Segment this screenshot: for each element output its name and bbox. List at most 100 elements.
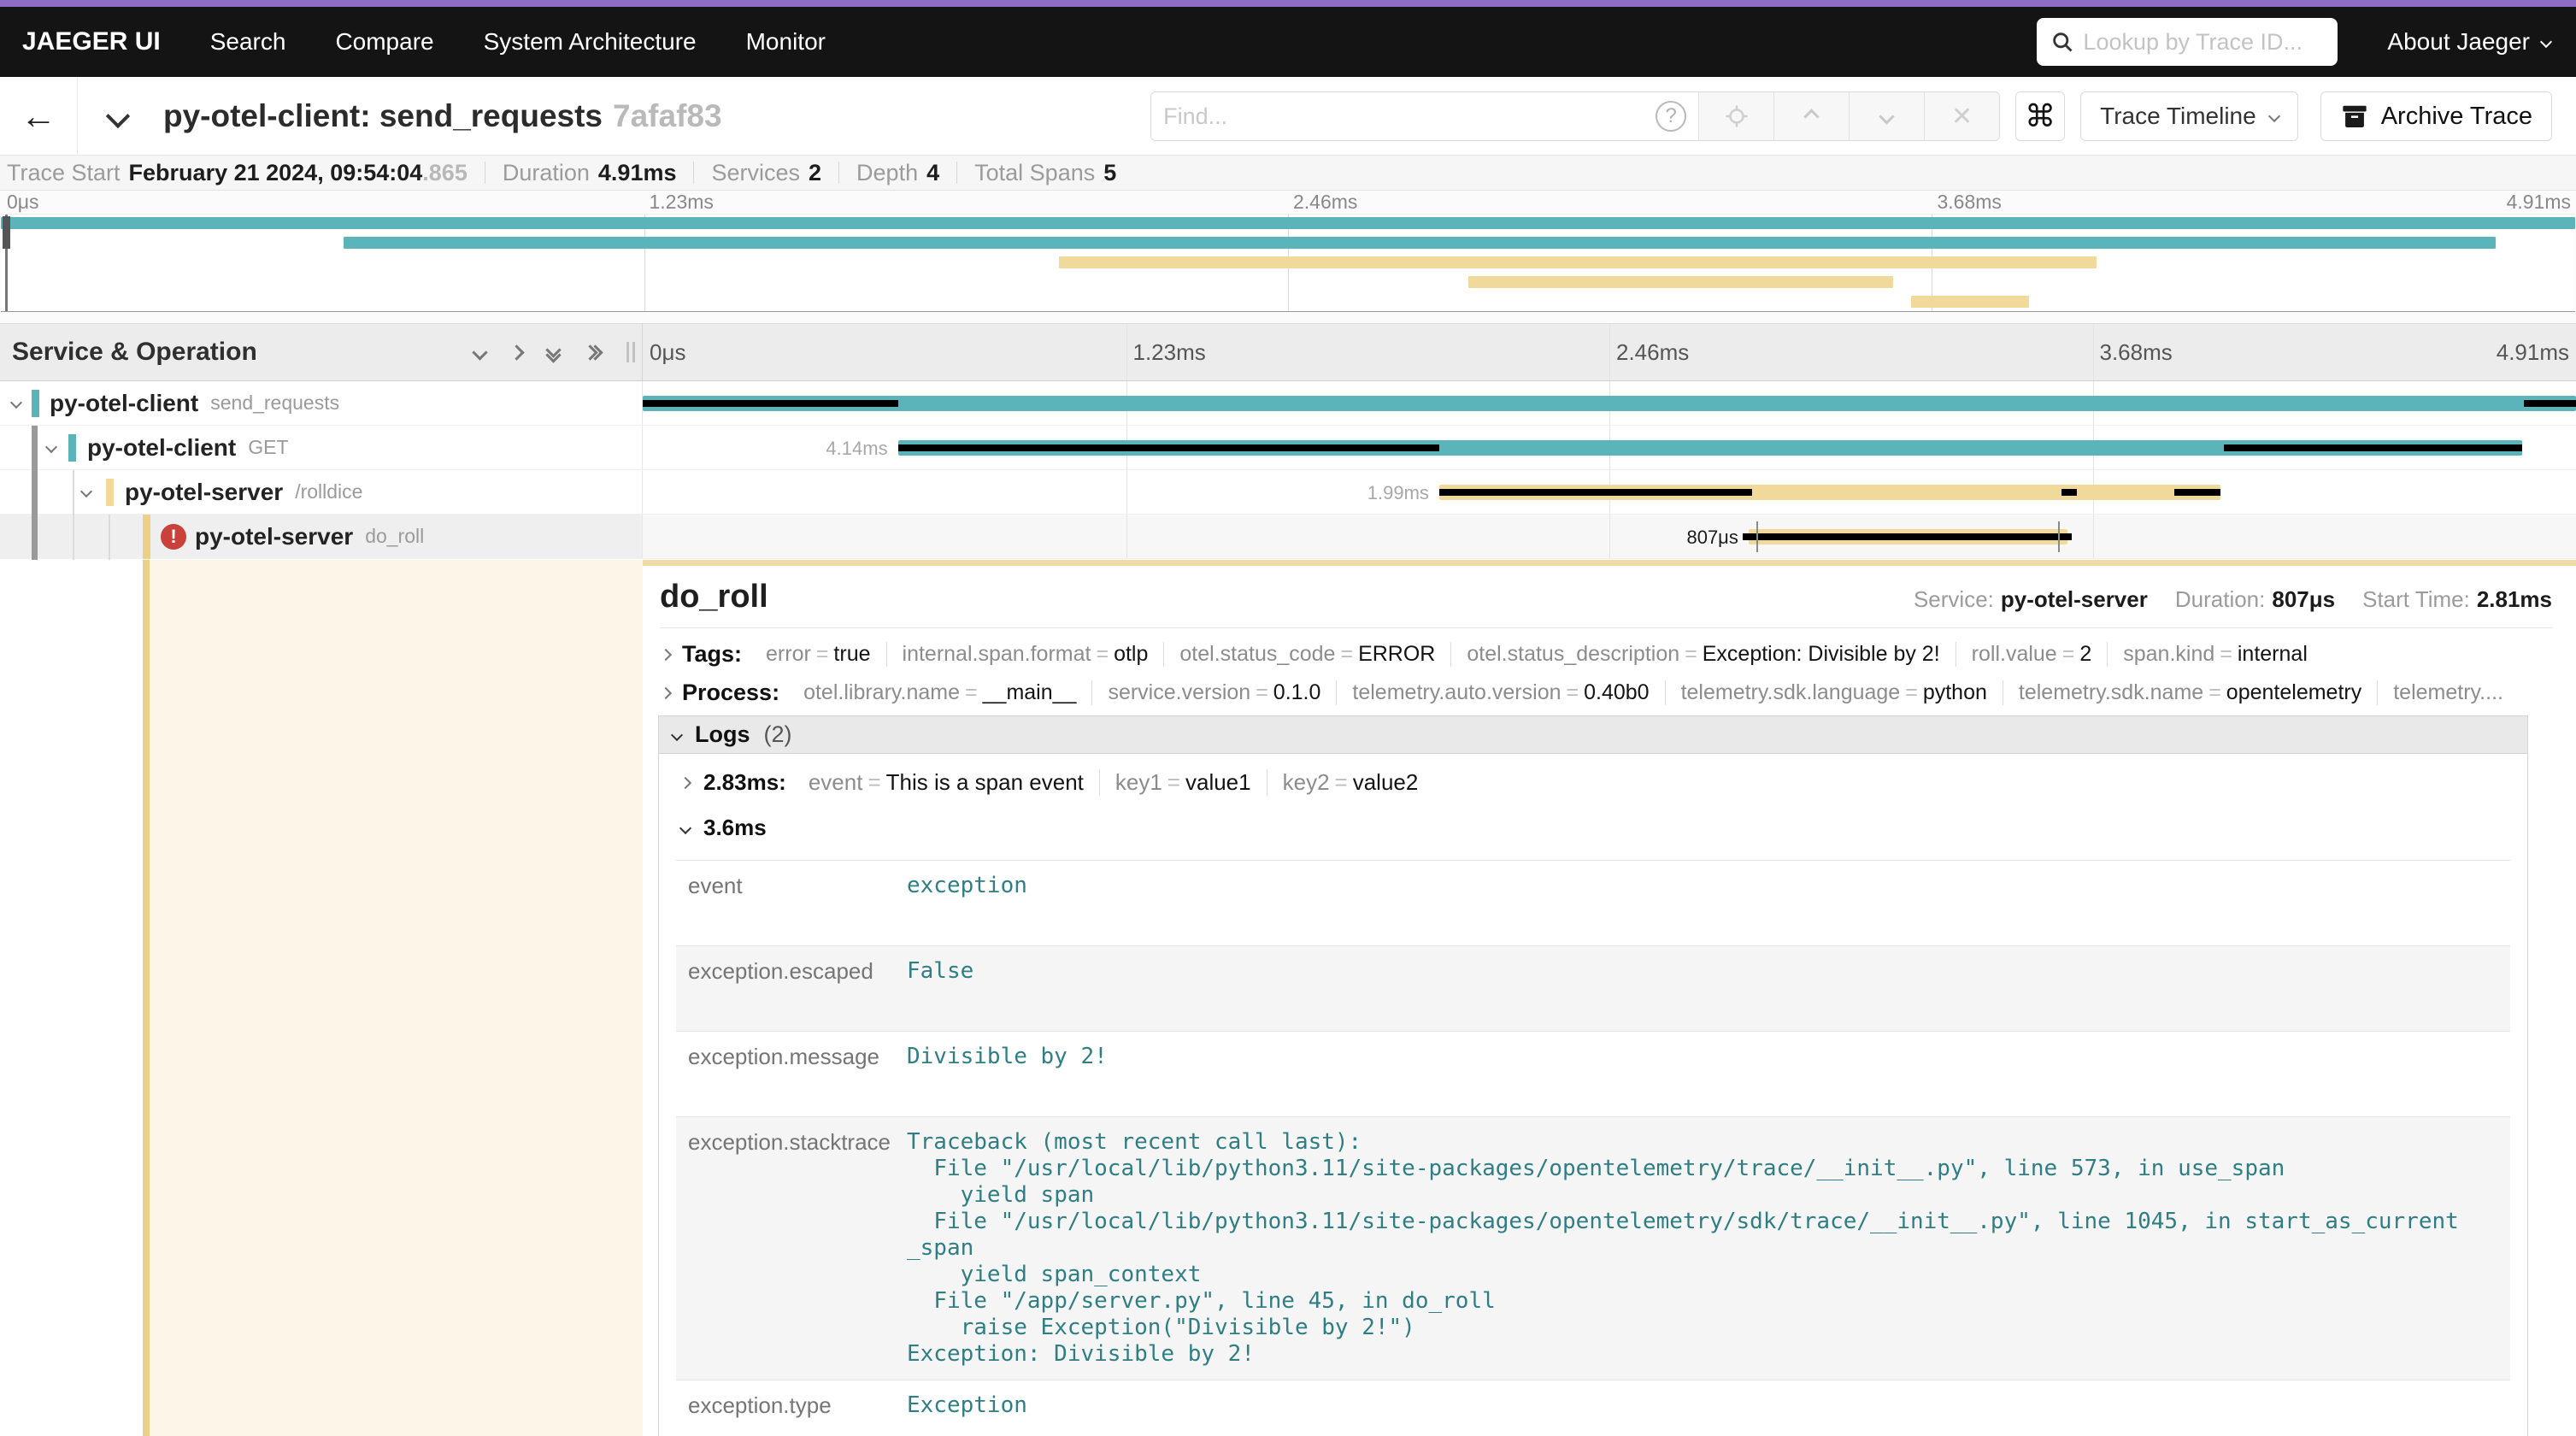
critical-path-segment [2061, 489, 2077, 496]
span-detail-header: do_roll Service:py-otel-server Duration:… [660, 579, 2552, 615]
span-bar[interactable] [643, 396, 2576, 411]
gridline [1609, 324, 1610, 380]
span-operation-name: send_requests [210, 391, 339, 415]
trace-view-selector[interactable]: Trace Timeline [2080, 91, 2298, 141]
nav-item-search[interactable]: Search [210, 28, 286, 56]
minimap-canvas[interactable] [1, 214, 2575, 312]
keyboard-shortcuts-button[interactable]: ⌘ [2015, 91, 2065, 141]
trace-id-short: 7afaf83 [613, 98, 722, 133]
logs-section-header[interactable]: Logs (2) [659, 716, 2527, 754]
chevron-down-icon [2540, 36, 2552, 48]
log-entry-collapsed[interactable]: 2.83ms: event=This is a span event key1=… [659, 769, 2527, 796]
find-clear-button[interactable]: ✕ [1924, 92, 1999, 140]
gridline [2093, 324, 2094, 380]
service-label: Service: [1914, 586, 1994, 613]
span-service-name: py-otel-client [87, 434, 236, 462]
back-button[interactable]: ← [0, 77, 78, 156]
about-jaeger-label: About Jaeger [2387, 28, 2530, 56]
tag-item: span.kind=internal [2108, 642, 2323, 667]
find-next-button[interactable] [1849, 92, 1924, 140]
log-timestamp: 3.6ms [703, 815, 767, 841]
chevron-right-icon [679, 776, 691, 788]
tag-item: roll.value=2 [1956, 642, 2108, 667]
services-value: 2 [809, 160, 821, 186]
span-detail-panel: do_roll Service:py-otel-server Duration:… [643, 560, 2576, 1436]
span-operation-name: /rolldice [295, 480, 362, 503]
error-icon: ! [161, 524, 186, 550]
app-logo[interactable]: JAEGER UI [22, 27, 161, 56]
about-jaeger-menu[interactable]: About Jaeger [2387, 28, 2550, 56]
chevron-right-icon [660, 648, 672, 660]
minimap-tick: 0μs [7, 191, 39, 214]
span-detail-row: do_roll Service:py-otel-server Duration:… [0, 560, 2576, 1436]
expand-one-icon[interactable] [511, 347, 522, 358]
find-prev-button[interactable] [1773, 92, 1849, 140]
depth-label: Depth [856, 160, 918, 186]
span-row-rolldice[interactable]: py-otel-server /rolldice 1.99ms [0, 470, 2576, 515]
field-key: exception.stacktrace [676, 1117, 907, 1380]
tree-expander-icon[interactable] [82, 485, 91, 500]
window-accent-strip [0, 0, 2576, 7]
span-timeline-cell[interactable]: 4.14ms [643, 426, 2576, 469]
log-entry-expanded[interactable]: 3.6ms [659, 815, 2527, 841]
span-timeline-cell[interactable]: 807μs [643, 515, 2576, 558]
total-spans-label: Total Spans [974, 160, 1095, 186]
focus-span-button[interactable] [1698, 92, 1773, 140]
span-timeline-cell[interactable] [643, 381, 2576, 425]
span-detail-left-gutter [0, 560, 643, 1436]
trace-header: ← py-otel-client: send_requests 7afaf83 F… [0, 77, 2576, 156]
span-detail-meta: Service:py-otel-server Duration:807μs St… [1914, 586, 2552, 613]
nav-item-monitor[interactable]: Monitor [746, 28, 826, 56]
tree-expander-icon[interactable] [47, 440, 56, 456]
table-row: exception.message Divisible by 2! [676, 1032, 2510, 1117]
process-row[interactable]: Process: otel.library.name=__main__ serv… [662, 680, 2552, 706]
trace-id-lookup-input[interactable]: Lookup by Trace ID... [2037, 18, 2338, 66]
collapse-all-icon[interactable] [548, 344, 559, 361]
axis-tick: 1.23ms [1133, 339, 1206, 366]
trace-title-text: py-otel-client: send_requests [163, 98, 603, 133]
find-input[interactable]: Find... ? [1151, 92, 1698, 140]
close-icon: ✕ [1951, 102, 1973, 132]
expand-all-icon[interactable] [585, 347, 601, 358]
table-row: exception.escaped False [676, 946, 2510, 1032]
archive-trace-button[interactable]: Archive Trace [2320, 91, 2552, 141]
trace-start-label: Trace Start [7, 160, 121, 186]
tree-expander-icon[interactable] [12, 396, 21, 411]
duration-value: 807μs [2272, 586, 2335, 613]
nav-item-compare[interactable]: Compare [335, 28, 433, 56]
span-log-marker [1756, 521, 1758, 552]
minimap-drag-handle[interactable] [3, 216, 10, 249]
trace-collapse-toggle[interactable] [88, 108, 148, 125]
depth-value: 4 [926, 160, 939, 186]
trace-header-controls: Find... ? ✕ ⌘ Trace Timeline Archive Tra… [1150, 91, 2552, 141]
axis-tick: 4.91ms [2497, 339, 2569, 366]
gridline [1609, 515, 1610, 558]
span-tree-cell: py-otel-server /rolldice [0, 470, 643, 514]
span-row-do-roll[interactable]: ! py-otel-server do_roll 807μs [0, 515, 2576, 559]
span-row-send-requests[interactable]: py-otel-client send_requests [0, 381, 2576, 426]
span-detail-title: do_roll [660, 579, 768, 615]
nav-right: Lookup by Trace ID... About Jaeger [2037, 18, 2576, 66]
minimap-tick: 1.23ms [650, 191, 714, 214]
span-timeline-cell[interactable]: 1.99ms [643, 470, 2576, 514]
log-field: key2=value2 [1267, 769, 1434, 796]
trace-id-lookup-placeholder: Lookup by Trace ID... [2083, 29, 2303, 56]
chevron-down-icon [671, 728, 683, 740]
tag-item: otel.status_description=Exception: Divis… [1451, 642, 1956, 667]
service-value: py-otel-server [2001, 586, 2148, 613]
minimap-span-bar [1059, 256, 2097, 268]
column-resize-grip[interactable] [626, 342, 635, 362]
minimap-tick: 3.68ms [1938, 191, 2002, 214]
nav-item-system-architecture[interactable]: System Architecture [484, 28, 697, 56]
archive-trace-label: Archive Trace [2381, 103, 2532, 131]
start-time-label: Start Time: [2362, 586, 2470, 613]
log-field: event=This is a span event [793, 769, 1100, 796]
process-item-truncated: telemetry.... [2378, 680, 2519, 705]
chevron-down-icon [106, 103, 130, 127]
tags-row[interactable]: Tags: error=true internal.span.format=ot… [662, 641, 2552, 668]
collapse-one-icon[interactable] [474, 347, 485, 358]
help-icon[interactable]: ? [1656, 101, 1686, 132]
span-service-name: py-otel-server [125, 479, 283, 506]
span-row-get[interactable]: py-otel-client GET 4.14ms [0, 426, 2576, 470]
field-value: False [907, 946, 973, 1031]
